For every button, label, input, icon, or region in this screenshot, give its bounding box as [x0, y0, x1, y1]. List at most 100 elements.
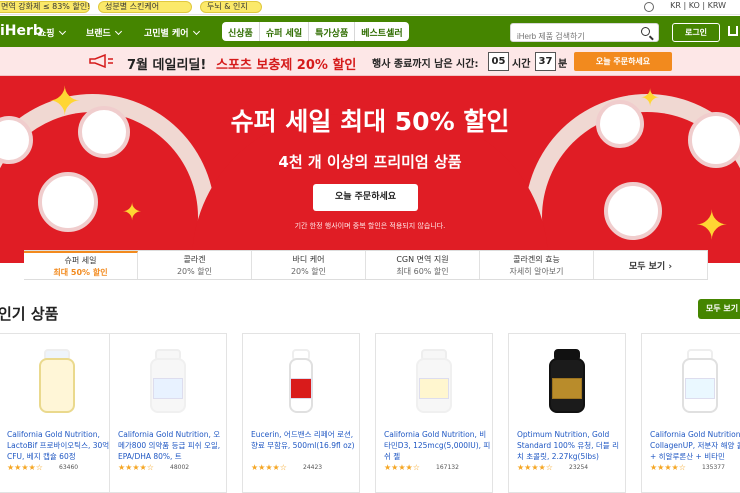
product-image[interactable] — [664, 344, 736, 420]
review-count[interactable]: 48002 — [170, 464, 189, 471]
chip-bestsellers[interactable]: 베스트셀러 — [355, 22, 409, 41]
tab-label: 콜라겐의 효능 — [513, 255, 560, 264]
hero-disclaimer: 기간 한정 행사이며 중복 할인은 적용되지 않습니다. — [294, 222, 446, 230]
product-name[interactable]: California Gold Nutrition, CollagenUP, 저… — [650, 429, 740, 462]
tab-label: 슈퍼 세일 — [64, 256, 97, 265]
login-button[interactable]: 로그인 — [672, 23, 720, 42]
bottle-body — [39, 358, 75, 413]
countdown-label: 행사 종료까지 남은 시간: — [372, 59, 479, 70]
daily-deal-order-button[interactable]: 오늘 주문하세요 — [574, 52, 672, 71]
product-image[interactable] — [132, 344, 204, 420]
product-card[interactable]: Optimum Nutrition, Gold Standard 100% 유청… — [508, 333, 626, 493]
star-rating-icon: ★★★★☆ — [7, 463, 43, 472]
search-box — [510, 23, 659, 45]
tab-see-all[interactable]: 모두 보기 › — [594, 251, 708, 279]
see-all-button[interactable]: 모두 보기 — [698, 299, 740, 319]
star-rating-icon: ★★★★☆ — [118, 463, 154, 472]
chevron-down-icon — [192, 27, 200, 36]
category-tabs: 슈퍼 세일최대 50% 할인 콜라겐 20% 할인 바디 케어 20% 할인 CGN… — [24, 250, 708, 280]
daily-deal-title: 7월 데일리딜! — [127, 58, 207, 73]
locale-selector[interactable]: KR | KO | KRW — [670, 1, 726, 10]
tab-label: 콜라겐 — [183, 255, 206, 264]
bottle-label — [685, 378, 715, 399]
countdown-minutes: 37 — [535, 52, 556, 71]
chip-super-sale[interactable]: 슈퍼 세일 — [259, 22, 310, 41]
countdown-hours: 05 — [488, 52, 509, 71]
review-count[interactable]: 63460 — [59, 464, 78, 471]
nav-concerns-label: 고민별 케어 — [144, 29, 189, 39]
daily-deal-highlight: 스포츠 보충제 20% 할인 — [216, 58, 357, 73]
chip-deals[interactable]: 특가상품 — [309, 22, 356, 41]
product-card[interactable]: California Gold Nutrition, 오메가800 의약품 등급… — [109, 333, 227, 493]
nav-shop[interactable]: 쇼핑 — [38, 26, 66, 39]
tab-see-all-label: 모두 보기 — [628, 261, 666, 272]
tab-super-sale[interactable]: 슈퍼 세일최대 50% 할인 — [24, 251, 138, 279]
bottle-label — [552, 378, 582, 399]
bottle-label — [153, 378, 183, 399]
countdown-minutes-unit: 분 — [558, 59, 568, 70]
review-count[interactable]: 24423 — [303, 464, 322, 471]
product-name[interactable]: California Gold Nutrition, LactoBif 프로바이… — [7, 429, 115, 462]
product-image[interactable] — [531, 344, 603, 420]
promo-pill-skincare[interactable]: 성분별 스킨케어 — [98, 1, 192, 13]
product-card[interactable]: Eucerin, 어드밴스 리페어 로션, 향료 무함유, 500ml(16.9… — [242, 333, 360, 493]
product-card[interactable]: California Gold Nutrition, 비타민D3, 125mcg… — [375, 333, 493, 493]
product-image[interactable] — [265, 344, 337, 420]
bottle-label — [419, 378, 449, 399]
tab-cgn-immune[interactable]: CGN 면역 지원최대 60% 할인 — [366, 251, 480, 279]
tab-sub: 최대 50% 할인 — [53, 268, 108, 277]
nav-shop-label: 쇼핑 — [38, 29, 55, 39]
daily-deal-banner: 7월 데일리딜! 스포츠 보충제 20% 할인 행사 종료까지 남은 시간: 0… — [0, 47, 740, 76]
section-title: 인기 상품 — [0, 305, 59, 323]
star-rating-icon: ★★★★☆ — [517, 463, 553, 472]
nav-brands-label: 브랜드 — [86, 29, 111, 39]
product-name[interactable]: Optimum Nutrition, Gold Standard 100% 유청… — [517, 429, 625, 462]
top-promo-bar: 면역 강화제 ≤ 83% 할인! 성분별 스킨케어 두뇌 & 인지 KR | K… — [0, 0, 740, 15]
tab-sub: 20% 할인 — [290, 267, 327, 276]
hero-order-button[interactable]: 오늘 주문하세요 — [313, 184, 418, 211]
nav-chip-group: 신상품 슈퍼 세일 특가상품 베스트셀러 — [222, 22, 409, 41]
product-name[interactable]: California Gold Nutrition, 오메가800 의약품 등급… — [118, 429, 226, 462]
star-rating-icon: ★★★★☆ — [251, 463, 287, 472]
countdown-hours-unit: 시간 — [512, 59, 531, 70]
promo-pill-brain[interactable]: 두뇌 & 인지 — [200, 1, 262, 13]
search-icon[interactable] — [641, 27, 650, 36]
product-name[interactable]: Eucerin, 어드밴스 리페어 로션, 향료 무함유, 500ml(16.9… — [251, 429, 359, 451]
tab-sub: 자세히 알아보기 — [509, 267, 564, 276]
star-rating-icon: ★★★★☆ — [384, 463, 420, 472]
review-count[interactable]: 167132 — [436, 464, 459, 471]
tab-sub: 최대 60% 할인 — [396, 267, 449, 276]
iherb-logo[interactable]: iHerb — [0, 23, 43, 39]
tab-label: 바디 케어 — [292, 255, 325, 264]
nav-brands[interactable]: 브랜드 — [86, 26, 122, 39]
search-input[interactable] — [511, 28, 631, 45]
product-card[interactable]: California Gold Nutrition, LactoBif 프로바이… — [0, 333, 116, 493]
tab-body-care[interactable]: 바디 케어 20% 할인 — [252, 251, 366, 279]
product-card[interactable]: California Gold Nutrition, CollagenUP, 저… — [641, 333, 740, 493]
face-mask-icon — [604, 182, 662, 240]
bottle-label — [290, 378, 312, 399]
hero-subtitle: 4천 개 이상의 프리미엄 상품 — [278, 153, 462, 171]
main-nav: iHerb 쇼핑 브랜드 고민별 케어 신상품 슈퍼 세일 특가상품 베스트셀러… — [0, 16, 740, 47]
tab-collagen[interactable]: 콜라겐 20% 할인 — [138, 251, 252, 279]
star-rating-icon: ★★★★☆ — [650, 463, 686, 472]
promo-pill-immune[interactable]: 면역 강화제 ≤ 83% 할인! — [0, 1, 90, 13]
product-name[interactable]: California Gold Nutrition, 비타민D3, 125mcg… — [384, 429, 492, 462]
hero-title: 슈퍼 세일 최대 50% 할인 — [230, 107, 510, 136]
chevron-down-icon — [58, 27, 66, 36]
review-count[interactable]: 135377 — [702, 464, 725, 471]
chip-new[interactable]: 신상품 — [222, 22, 260, 41]
tab-label: CGN 면역 지원 — [396, 255, 449, 264]
review-count[interactable]: 23254 — [569, 464, 588, 471]
product-image[interactable] — [21, 344, 93, 420]
chevron-right-icon: › — [665, 261, 673, 272]
cart-icon[interactable] — [728, 26, 738, 36]
tab-collagen-benefits[interactable]: 콜라겐의 효능자세히 알아보기 — [480, 251, 594, 279]
super-sale-hero: ✦ ✦ ✦ ✦ 슈퍼 세일 최대 50% 할인 4천 개 이상의 프리미엄 상품… — [0, 76, 740, 263]
globe-icon — [644, 2, 654, 12]
nav-concerns[interactable]: 고민별 케어 — [144, 26, 200, 39]
megaphone-icon — [89, 54, 113, 68]
chevron-down-icon — [114, 27, 122, 36]
tab-sub: 20% 할인 — [176, 267, 213, 276]
product-image[interactable] — [398, 344, 470, 420]
